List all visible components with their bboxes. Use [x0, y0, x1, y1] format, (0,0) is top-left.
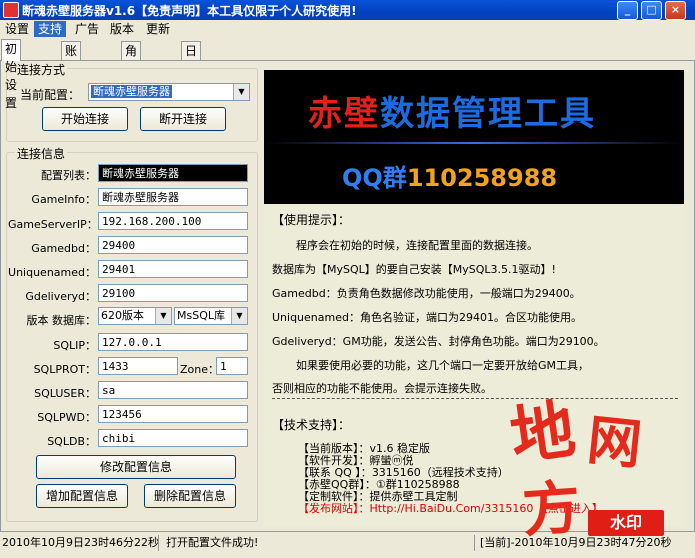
menu-bar: 设置 支持 广告 版本 更新 — [0, 20, 695, 38]
sqlpwd-label: SQLPWD： — [37, 411, 96, 424]
config-list-field[interactable]: 断魂赤壁服务器 — [98, 164, 248, 182]
chevron-down-icon[interactable]: ▼ — [155, 308, 171, 324]
sqlpwd-field[interactable]: 123456 — [98, 405, 248, 423]
tip-line: 程序会在初始的时候，连接配置里面的数据连接。 — [296, 239, 538, 252]
tip-line: Uniquenamed：角色名验证，端口为29401。合区功能使用。 — [272, 311, 582, 324]
version-value: 620版本 — [101, 309, 144, 322]
sqlprot-label: SQLPROT： — [33, 363, 96, 376]
current-config-select[interactable]: 断魂赤壁服务器 ▼ — [88, 83, 250, 101]
tip-line: Gdeliveryd：GM功能，发送公告、封停角色功能。端口为29100。 — [272, 335, 605, 348]
modify-config-button[interactable]: 修改配置信息 — [36, 455, 236, 479]
status-left-time: 2010年10月9日23时46分22秒 — [2, 536, 159, 549]
banner-title: 赤壁数据管理工具 — [308, 86, 596, 135]
tip-line: 数据库为【MySQL】的要自己安装【MySQL3.5.1驱动】! — [272, 263, 556, 276]
menu-settings[interactable]: 设置 — [1, 21, 33, 37]
sqlprot-field[interactable]: 1433 — [98, 357, 178, 375]
connection-group-label: 连接方式 — [15, 61, 68, 78]
chevron-down-icon[interactable]: ▼ — [233, 84, 249, 100]
info-panel: 【使用提示】： 程序会在初始的时候，连接配置里面的数据连接。 数据库为【MySQ… — [264, 205, 684, 527]
current-config-value: 断魂赤壁服务器 — [91, 85, 172, 98]
support-heading: 【技术支持】： — [272, 418, 351, 432]
status-bar: 2010年10月9日23时46分22秒 打开配置文件成功! [当前]-2010年… — [0, 533, 695, 555]
zone-label: Zone： — [180, 363, 220, 376]
sqldb-label: SQLDB： — [47, 435, 96, 448]
current-config-label: 当前配置： — [20, 88, 81, 102]
sqldb-field[interactable]: chibi — [98, 429, 248, 447]
version-db-label: 版本 数据库： — [26, 314, 97, 327]
banner-qq-prefix: QQ群 — [342, 164, 407, 192]
gameinfo-label: GameInfo： — [31, 193, 96, 206]
connect-button[interactable]: 开始连接 — [42, 107, 128, 131]
tab-character-management[interactable]: 角色管理 — [121, 41, 142, 112]
gamedbd-label: Gamedbd： — [31, 242, 96, 255]
zone-field[interactable]: 1 — [216, 357, 248, 375]
chevron-down-icon[interactable]: ▼ — [231, 308, 247, 324]
disconnect-button[interactable]: 断开连接 — [140, 107, 226, 131]
banner-title-red: 赤壁 — [308, 94, 380, 134]
tip-line: 否则相应的功能不能使用。会提示连接失败。 — [272, 382, 492, 395]
gdeliveryd-label: Gdeliveryd： — [25, 290, 96, 303]
sqlip-label: SQLIP： — [53, 339, 96, 352]
tab-log-update[interactable]: 日志更新 — [181, 41, 202, 112]
maximize-button[interactable]: □ — [641, 1, 662, 20]
gameserverip-label: GameServerIP： — [8, 218, 98, 231]
tab-account-management[interactable]: 账号管理 — [61, 41, 82, 112]
database-value: MsSQL库 — [177, 309, 225, 322]
minimize-button[interactable]: _ — [617, 1, 638, 20]
support-key: 【发布网站】： — [298, 502, 370, 515]
gdeliveryd-field[interactable]: 29100 — [98, 284, 248, 302]
menu-update[interactable]: 更新 — [142, 21, 174, 37]
status-message: 打开配置文件成功! — [166, 536, 259, 549]
sqluser-field[interactable]: sa — [98, 381, 248, 399]
connection-info-group-label: 连接信息 — [15, 145, 68, 162]
watermark-char: 网 — [584, 407, 645, 477]
add-config-button[interactable]: 增加配置信息 — [36, 484, 128, 508]
banner: 赤壁数据管理工具 QQ群110258988 — [264, 70, 684, 204]
tip-line: 如果要使用必要的功能，这几个端口一定要开放给GM工具， — [296, 359, 590, 372]
uniquenamed-field[interactable]: 29401 — [98, 260, 248, 278]
sqlip-field[interactable]: 127.0.0.1 — [98, 333, 248, 351]
banner-qq: QQ群110258988 — [342, 158, 557, 193]
gameserverip-field[interactable]: 192.168.200.100 — [98, 212, 248, 230]
gamedbd-field[interactable]: 29400 — [98, 236, 248, 254]
sqluser-label: SQLUSER： — [34, 387, 96, 400]
banner-qq-number: 110258988 — [406, 164, 558, 192]
title-bar: 断魂赤壁服务器v1.6【免责声明】本工具仅限于个人研究使用! _ □ × — [0, 0, 695, 20]
gameinfo-field[interactable]: 断魂赤壁服务器 — [98, 188, 248, 206]
banner-divider — [264, 142, 684, 144]
tips-heading: 【使用提示】： — [272, 213, 351, 227]
window-title: 断魂赤壁服务器v1.6【免责声明】本工具仅限于个人研究使用! — [22, 4, 357, 18]
status-separator — [158, 535, 159, 551]
tab-initial-settings[interactable]: 初始设置 — [1, 39, 22, 110]
menu-version[interactable]: 版本 — [106, 21, 138, 37]
status-separator — [474, 535, 475, 551]
tip-line: Gamedbd：负责角色数据修改功能使用，一般端口为29400。 — [272, 287, 581, 300]
database-select[interactable]: MsSQL库 ▼ — [174, 307, 248, 325]
delete-config-button[interactable]: 删除配置信息 — [144, 484, 236, 508]
close-button[interactable]: × — [665, 1, 686, 20]
status-right-time: [当前]-2010年10月9日23时47分20秒 — [480, 536, 672, 549]
banner-title-blue: 数据管理工具 — [380, 94, 596, 134]
menu-ads[interactable]: 广告 — [71, 21, 103, 37]
app-icon — [3, 2, 19, 18]
version-select[interactable]: 620版本 ▼ — [98, 307, 172, 325]
uniquenamed-label: Uniquenamed： — [8, 266, 96, 279]
config-list-label: 配置列表： — [41, 169, 96, 182]
menu-support[interactable]: 支持 — [34, 21, 67, 37]
